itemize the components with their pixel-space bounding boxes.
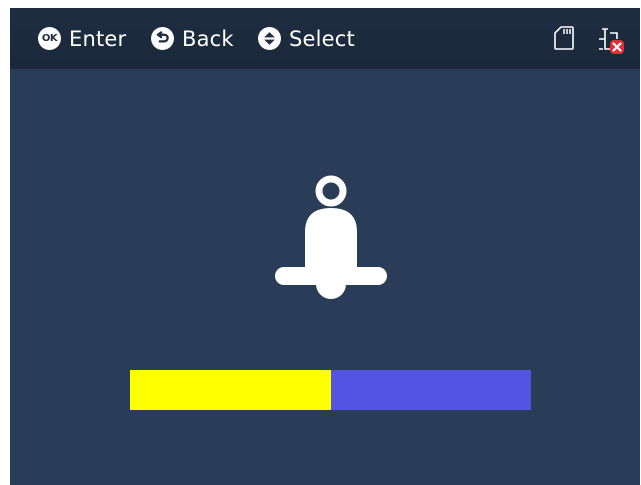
select-label: Select — [289, 26, 355, 51]
progress-bar-fill — [130, 370, 331, 410]
back-hint: Back — [151, 8, 234, 69]
enter-hint: OK Enter — [38, 8, 126, 69]
bell-icon — [275, 174, 387, 308]
back-label: Back — [182, 26, 234, 51]
up-down-select-icon — [258, 27, 281, 50]
back-arrow-icon — [151, 27, 174, 50]
ok-button-icon: OK — [38, 27, 61, 50]
select-hint: Select — [258, 8, 355, 69]
top-bar: OK Enter Back Select — [10, 8, 640, 69]
screen: OK Enter Back Select — [10, 8, 640, 485]
enter-label: Enter — [69, 26, 127, 51]
network-disconnected-icon — [596, 25, 626, 59]
sd-card-icon — [553, 25, 575, 55]
progress-bar — [130, 370, 531, 410]
